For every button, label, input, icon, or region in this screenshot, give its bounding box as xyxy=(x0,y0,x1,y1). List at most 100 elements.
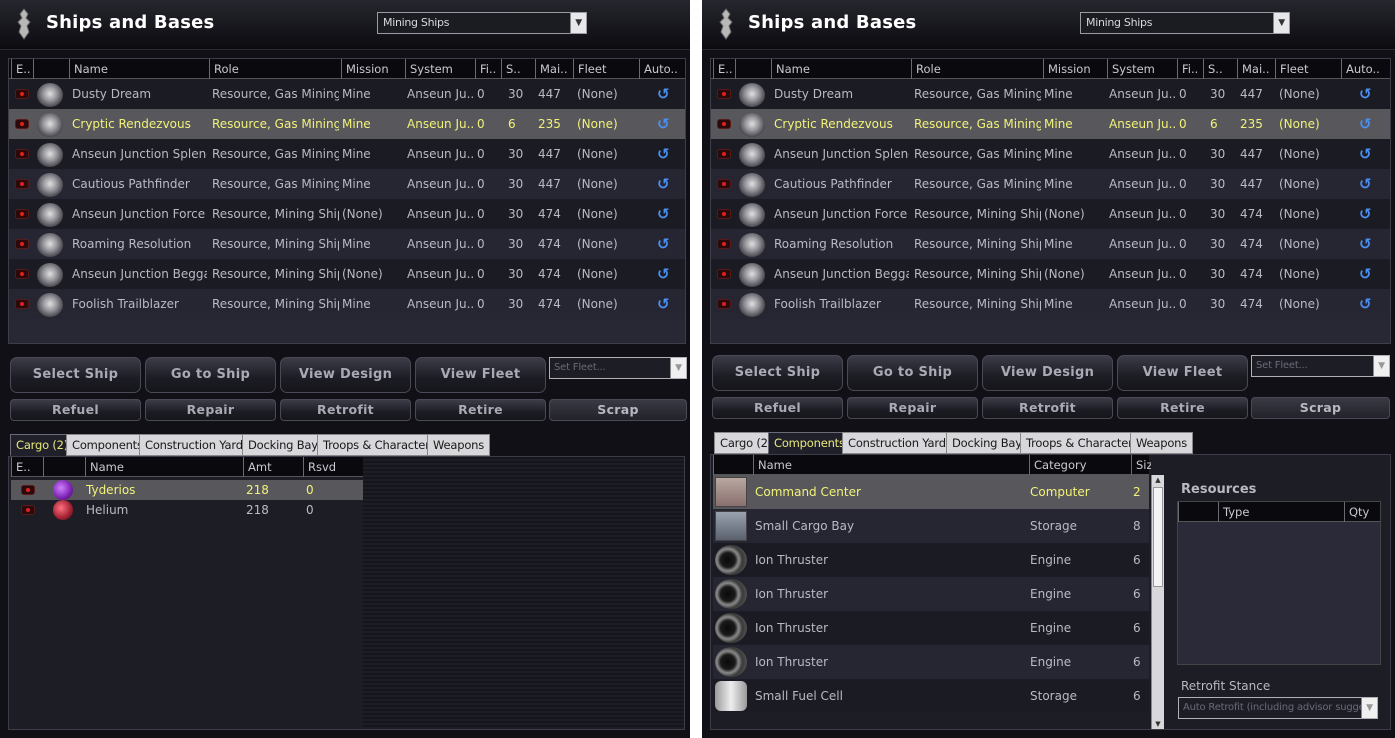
retrofit-button[interactable]: Retrofit xyxy=(982,397,1113,419)
col-cargo-rsvd[interactable]: Rsvd xyxy=(303,457,361,477)
col-name[interactable]: Name xyxy=(771,59,911,79)
component-row[interactable]: Ion Thruster Engine 6 xyxy=(713,645,1149,679)
col-mission[interactable]: Mission xyxy=(1043,59,1107,79)
chevron-down-icon[interactable]: ▼ xyxy=(670,358,686,378)
col-role[interactable]: Role xyxy=(911,59,1043,79)
col-empire[interactable]: E.. xyxy=(713,59,735,79)
tab-components[interactable]: Components xyxy=(768,432,851,454)
tab-construction-yards[interactable]: Construction Yards xyxy=(139,434,255,456)
ship-row[interactable]: Roaming Resolution Resource, Mining Ship M… xyxy=(711,229,1390,259)
retrofit-stance-dropdown[interactable]: Auto Retrofit (including advisor sugges.… xyxy=(1178,697,1378,719)
tab-cargo[interactable]: Cargo (2) xyxy=(10,434,75,456)
component-row[interactable]: Small Cargo Bay Storage 8 xyxy=(713,509,1149,543)
component-row[interactable]: Ion Thruster Engine 6 xyxy=(713,577,1149,611)
scrap-button[interactable]: Scrap xyxy=(1251,397,1390,419)
col-name[interactable]: Name xyxy=(69,59,209,79)
refresh-icon[interactable]: ↺ xyxy=(657,146,671,162)
chevron-down-icon[interactable]: ▼ xyxy=(1273,13,1289,33)
refresh-icon[interactable]: ↺ xyxy=(657,86,671,102)
view-design-button[interactable]: View Design xyxy=(280,357,411,393)
components-scrollbar[interactable]: ▲ ▼ xyxy=(1151,475,1164,729)
refresh-icon[interactable]: ↺ xyxy=(1359,176,1373,192)
ship-row[interactable]: Anseun Junction Splend... Resource, Gas M… xyxy=(9,139,685,169)
cargo-row[interactable]: Helium 218 0 xyxy=(11,500,363,520)
col-fi[interactable]: Fi.. xyxy=(1177,59,1203,79)
ship-list[interactable]: E.. Name Role Mission System Fi.. S.. Ma… xyxy=(710,58,1391,344)
retrofit-button[interactable]: Retrofit xyxy=(280,399,411,421)
tab-weapons[interactable]: Weapons xyxy=(1130,432,1194,454)
col-role[interactable]: Role xyxy=(209,59,341,79)
tab-construction-yards[interactable]: Construction Yards xyxy=(842,432,958,454)
cargo-row[interactable]: Tyderios 218 0 xyxy=(11,480,363,500)
col-cargo-empire[interactable]: E.. xyxy=(11,457,43,477)
ship-row[interactable]: Foolish Trailblazer Resource, Mining Ship… xyxy=(711,289,1390,319)
col-auto[interactable]: Auto.. xyxy=(1341,59,1391,79)
ship-list[interactable]: E.. Name Role Mission System Fi.. S.. Ma… xyxy=(8,58,686,344)
refresh-icon[interactable]: ↺ xyxy=(1359,86,1373,102)
ship-row[interactable]: Cautious Pathfinder Resource, Gas Mining … xyxy=(711,169,1390,199)
col-comp-category[interactable]: Category xyxy=(1029,455,1131,475)
set-fleet-dropdown[interactable]: Set Fleet... ▼ xyxy=(549,357,687,379)
go-to-ship-button[interactable]: Go to Ship xyxy=(847,355,978,391)
set-fleet-dropdown[interactable]: Set Fleet... ▼ xyxy=(1251,355,1390,377)
col-s[interactable]: S.. xyxy=(501,59,535,79)
ship-filter-dropdown[interactable]: Mining Ships ▼ xyxy=(377,12,587,34)
col-empire[interactable]: E.. xyxy=(11,59,33,79)
retire-button[interactable]: Retire xyxy=(1117,397,1248,419)
refresh-icon[interactable]: ↺ xyxy=(657,236,671,252)
col-system[interactable]: System xyxy=(405,59,475,79)
tab-troops-characters[interactable]: Troops & Characters xyxy=(317,434,442,456)
col-fleet[interactable]: Fleet xyxy=(1275,59,1341,79)
ship-row[interactable]: Anseun Junction Force Resource, Mining Sh… xyxy=(711,199,1390,229)
refresh-icon[interactable]: ↺ xyxy=(657,206,671,222)
select-ship-button[interactable]: Select Ship xyxy=(712,355,843,391)
col-res-type[interactable]: Type xyxy=(1218,502,1344,522)
ship-row[interactable]: Dusty Dream Resource, Gas Mining ...Mine A… xyxy=(711,79,1390,109)
refresh-icon[interactable]: ↺ xyxy=(1359,236,1373,252)
ship-row[interactable]: Cryptic Rendezvous Resource, Gas Mining .… xyxy=(9,109,685,139)
view-fleet-button[interactable]: View Fleet xyxy=(415,357,546,393)
refresh-icon[interactable]: ↺ xyxy=(657,296,671,312)
repair-button[interactable]: Repair xyxy=(145,399,276,421)
col-comp-size[interactable]: Size xyxy=(1131,455,1151,475)
col-mission[interactable]: Mission xyxy=(341,59,405,79)
ship-row[interactable]: Anseun Junction Splend... Resource, Gas M… xyxy=(711,139,1390,169)
component-row[interactable]: Ion Thruster Engine 6 xyxy=(713,543,1149,577)
repair-button[interactable]: Repair xyxy=(847,397,978,419)
refresh-icon[interactable]: ↺ xyxy=(657,266,671,282)
refresh-icon[interactable]: ↺ xyxy=(1359,206,1373,222)
col-cargo-name[interactable]: Name xyxy=(85,457,243,477)
scroll-down-icon[interactable]: ▼ xyxy=(1152,719,1164,729)
component-row[interactable]: Small Fuel Cell Storage 6 xyxy=(713,679,1149,713)
tab-troops-characters[interactable]: Troops & Characters xyxy=(1020,432,1145,454)
chevron-down-icon[interactable]: ▼ xyxy=(1361,698,1377,718)
refresh-icon[interactable]: ↺ xyxy=(1359,116,1373,132)
retire-button[interactable]: Retire xyxy=(415,399,546,421)
ship-row[interactable]: Anseun Junction Force Resource, Mining Sh… xyxy=(9,199,685,229)
col-s[interactable]: S.. xyxy=(1203,59,1237,79)
ship-row[interactable]: Roaming Resolution Resource, Mining Ship M… xyxy=(9,229,685,259)
scrollbar-thumb[interactable] xyxy=(1153,487,1163,587)
tab-components[interactable]: Components xyxy=(66,434,149,456)
refresh-icon[interactable]: ↺ xyxy=(1359,296,1373,312)
col-cargo-amt[interactable]: Amt xyxy=(243,457,303,477)
col-mai[interactable]: Mai.. xyxy=(1237,59,1275,79)
col-comp-name[interactable]: Name xyxy=(753,455,1029,475)
ship-row[interactable]: Cryptic Rendezvous Resource, Gas Mining .… xyxy=(711,109,1390,139)
col-fleet[interactable]: Fleet xyxy=(573,59,639,79)
col-system[interactable]: System xyxy=(1107,59,1177,79)
refresh-icon[interactable]: ↺ xyxy=(1359,146,1373,162)
view-design-button[interactable]: View Design xyxy=(982,355,1113,391)
refresh-icon[interactable]: ↺ xyxy=(657,176,671,192)
col-mai[interactable]: Mai.. xyxy=(535,59,573,79)
refresh-icon[interactable]: ↺ xyxy=(1359,266,1373,282)
col-res-qty[interactable]: Qty xyxy=(1344,502,1380,522)
col-auto[interactable]: Auto.. xyxy=(639,59,685,79)
ship-row[interactable]: Anseun Junction Beggar Resource, Mining S… xyxy=(9,259,685,289)
select-ship-button[interactable]: Select Ship xyxy=(10,357,141,393)
ship-row[interactable]: Foolish Trailblazer Resource, Mining Ship… xyxy=(9,289,685,319)
component-row[interactable]: Ion Thruster Engine 6 xyxy=(713,611,1149,645)
component-row[interactable]: Command Center Computer 2 xyxy=(713,475,1149,509)
refuel-button[interactable]: Refuel xyxy=(712,397,843,419)
go-to-ship-button[interactable]: Go to Ship xyxy=(145,357,276,393)
